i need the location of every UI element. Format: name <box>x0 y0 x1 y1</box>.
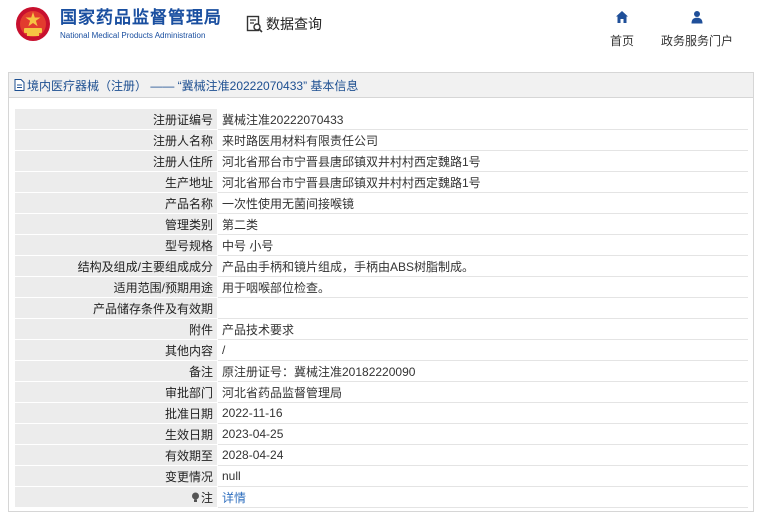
table-row: 型号规格 中号 小号 <box>14 234 748 256</box>
field-value: 2023-04-25 <box>217 423 748 445</box>
detail-panel: 境内医疗器械（注册） —— “冀械注准20222070433” 基本信息 注册证… <box>8 72 754 512</box>
field-value <box>217 297 748 319</box>
field-value: 用于咽喉部位检查。 <box>217 276 748 298</box>
field-value: 产品由手柄和镜片组成，手柄由ABS树脂制成。 <box>217 255 748 277</box>
table-row-note: 注详情 <box>14 486 748 508</box>
field-value: 产品技术要求 <box>217 318 748 340</box>
field-label: 型号规格 <box>14 234 218 256</box>
brand-name-en: National Medical Products Administration <box>60 31 206 40</box>
field-label: 产品储存条件及有效期 <box>14 297 218 319</box>
field-label: 管理类别 <box>14 213 218 235</box>
brand[interactable]: 国家药品监督管理局 National Medical Products Admi… <box>60 8 222 40</box>
details-link[interactable]: 详情 <box>222 491 246 505</box>
table-row: 产品储存条件及有效期 <box>14 297 748 319</box>
table-row: 其他内容 / <box>14 339 748 361</box>
field-value: 河北省邢台市宁晋县唐邱镇双井村村西定魏路1号 <box>217 150 748 172</box>
user-icon <box>691 11 703 24</box>
field-label: 注册证编号 <box>14 108 218 130</box>
data-query-label: 数据查询 <box>266 16 322 32</box>
table-row: 生产地址 河北省邢台市宁晋县唐邱镇双井村村西定魏路1号 <box>14 171 748 193</box>
table-row: 附件 产品技术要求 <box>14 318 748 340</box>
field-value: 2022-11-16 <box>217 402 748 424</box>
field-value: 河北省药品监督管理局 <box>217 381 748 403</box>
field-label: 产品名称 <box>14 192 218 214</box>
note-label: 注 <box>200 490 213 505</box>
field-label: 附件 <box>14 318 218 340</box>
field-label: 结构及组成/主要组成成分 <box>14 255 218 277</box>
document-icon <box>14 79 25 91</box>
field-label: 其他内容 <box>14 339 218 361</box>
field-label: 审批部门 <box>14 381 218 403</box>
field-label: 注册人名称 <box>14 129 218 151</box>
table-row: 生效日期 2023-04-25 <box>14 423 748 445</box>
table-row: 结构及组成/主要组成成分 产品由手柄和镜片组成，手柄由ABS树脂制成。 <box>14 255 748 277</box>
brand-name-cn: 国家药品监督管理局 <box>60 8 222 27</box>
field-value: 河北省邢台市宁晋县唐邱镇双井村村西定魏路1号 <box>217 171 748 193</box>
field-value: 中号 小号 <box>217 234 748 256</box>
table-row: 管理类别 第二类 <box>14 213 748 235</box>
table-row: 注册证编号 冀械注准20222070433 <box>14 108 748 130</box>
panel-title: 境内医疗器械（注册） —— “冀械注准20222070433” 基本信息 <box>27 78 359 93</box>
field-value: 第二类 <box>217 213 748 235</box>
field-label: 批准日期 <box>14 402 218 424</box>
lightbulb-icon <box>191 492 199 502</box>
data-query-icon <box>246 15 263 33</box>
detail-table: 注册证编号 冀械注准20222070433 注册人名称 来时路医用材料有限责任公司 注册… <box>14 108 748 508</box>
nav-home[interactable]: 首页 <box>608 10 636 49</box>
field-value: 原注册证号：冀械注准20182220090 <box>217 360 748 382</box>
field-label: 生产地址 <box>14 171 218 193</box>
field-label: 生效日期 <box>14 423 218 445</box>
table-row: 变更情况 null <box>14 465 748 487</box>
field-value: 来时路医用材料有限责任公司 <box>217 129 748 151</box>
nav-service-portal-label: 政务服务门户 <box>660 34 733 48</box>
field-value: / <box>217 339 748 361</box>
field-label: 适用范围/预期用途 <box>14 276 218 298</box>
table-row: 审批部门 河北省药品监督管理局 <box>14 381 748 403</box>
field-label: 注册人住所 <box>14 150 218 172</box>
nav-service-portal[interactable]: 政务服务门户 <box>660 10 734 49</box>
field-value: null <box>217 465 748 487</box>
nav-home-label: 首页 <box>609 34 634 48</box>
panel-header: 境内医疗器械（注册） —— “冀械注准20222070433” 基本信息 <box>9 73 753 98</box>
table-row: 适用范围/预期用途 用于咽喉部位检查。 <box>14 276 748 298</box>
note-label-cell: 注 <box>14 486 218 508</box>
field-label: 备注 <box>14 360 218 382</box>
field-label: 变更情况 <box>14 465 218 487</box>
table-row: 批准日期 2022-11-16 <box>14 402 748 424</box>
site-header: 国家药品监督管理局 National Medical Products Admi… <box>0 0 761 52</box>
table-row: 有效期至 2028-04-24 <box>14 444 748 466</box>
data-query-link[interactable]: 数据查询 <box>246 14 322 34</box>
field-value: 冀械注准20222070433 <box>217 108 748 130</box>
field-value: 一次性使用无菌间接喉镜 <box>217 192 748 214</box>
table-row: 产品名称 一次性使用无菌间接喉镜 <box>14 192 748 214</box>
field-value: 2028-04-24 <box>217 444 748 466</box>
table-row: 注册人住所 河北省邢台市宁晋县唐邱镇双井村村西定魏路1号 <box>14 150 748 172</box>
table-row: 备注 原注册证号：冀械注准20182220090 <box>14 360 748 382</box>
table-row: 注册人名称 来时路医用材料有限责任公司 <box>14 129 748 151</box>
field-label: 有效期至 <box>14 444 218 466</box>
emblem-logo-icon <box>16 7 50 41</box>
note-value-cell: 详情 <box>217 486 748 508</box>
home-icon <box>616 11 628 23</box>
